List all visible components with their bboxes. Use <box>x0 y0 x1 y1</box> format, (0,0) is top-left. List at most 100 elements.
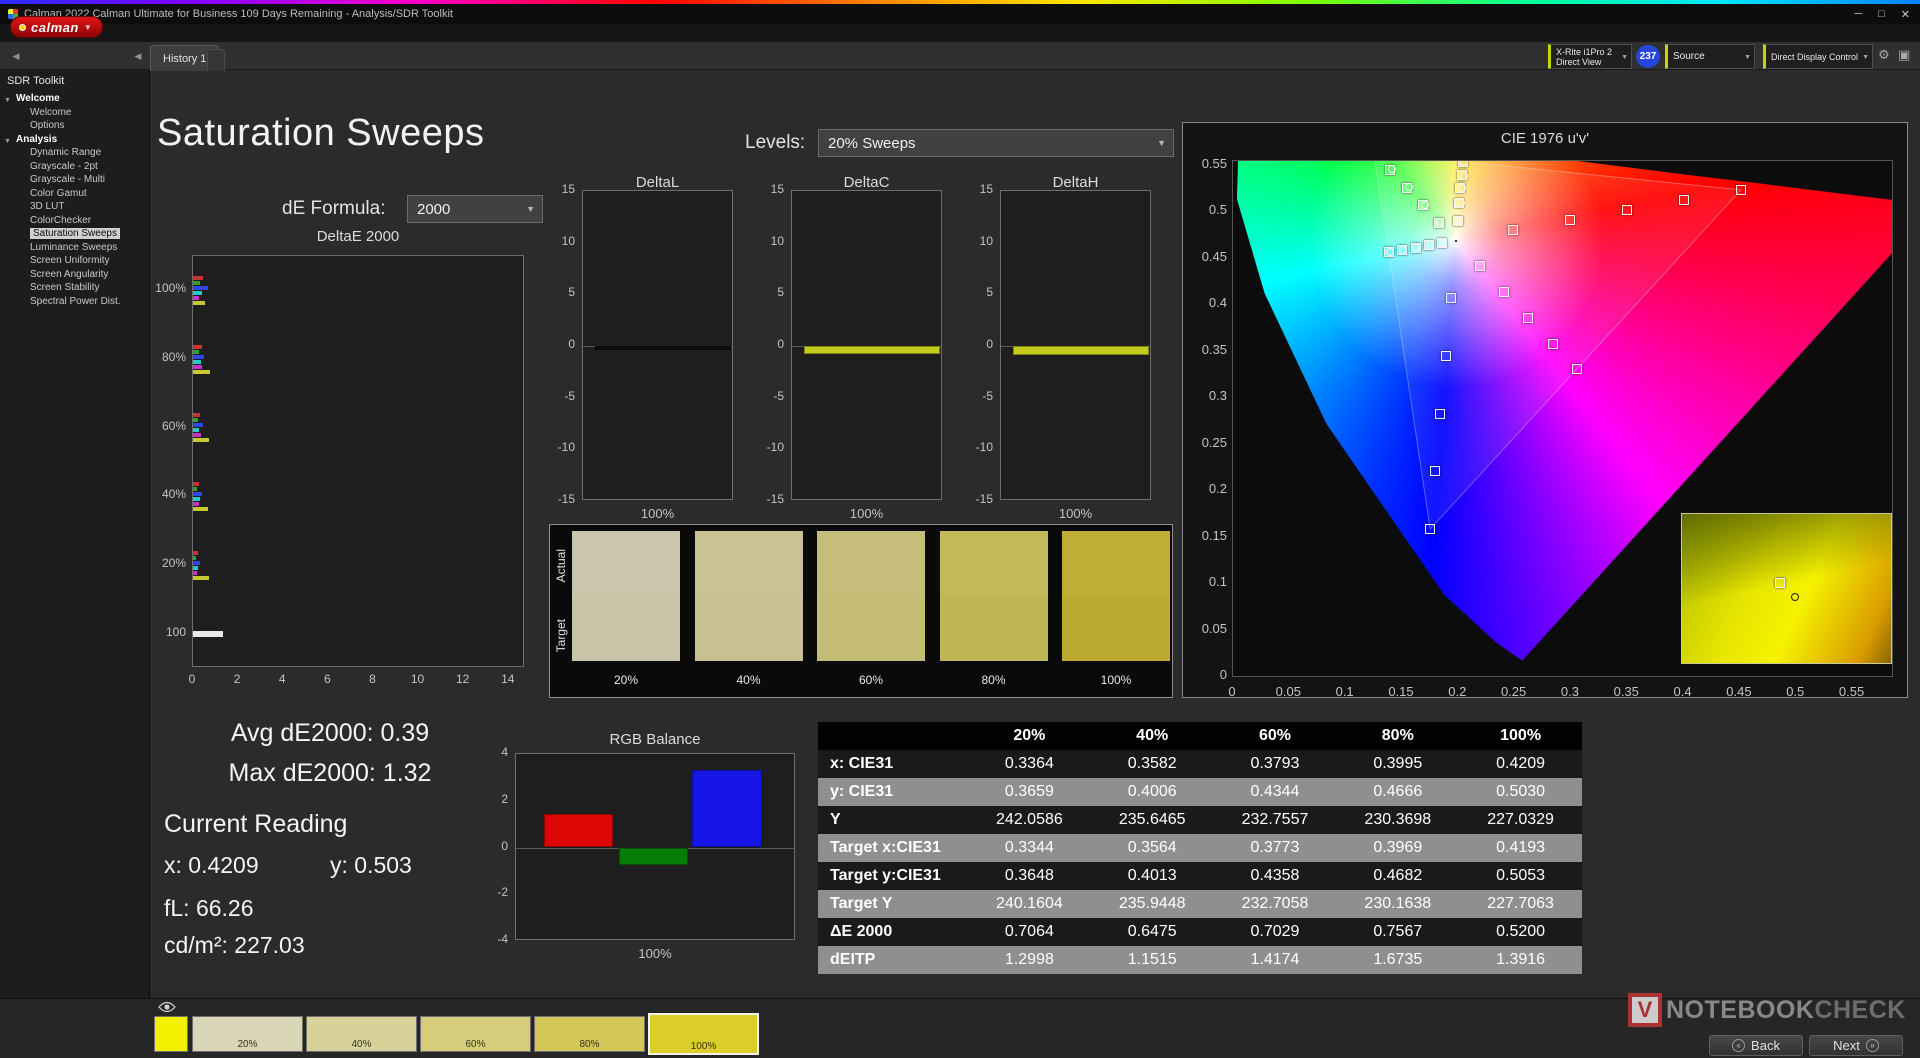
next-button-label: Next <box>1833 1038 1860 1053</box>
cie-ytick-label: 0.35 <box>1183 342 1227 357</box>
deltae-bar-cyan <box>193 497 200 501</box>
source-dropdown[interactable]: Source ▼ <box>1665 44 1755 69</box>
cie-xtick-label: 0.3 <box>1550 684 1590 699</box>
chart-deltaL-ytick-label: 15 <box>540 182 575 196</box>
table-row-x-cie31: x: CIE310.33640.35820.37930.39950.4209 <box>818 750 1582 778</box>
sidebar-item-3d-lut[interactable]: 3D LUT <box>0 200 149 214</box>
display-control-dropdown[interactable]: Direct Display Control ▼ <box>1763 44 1873 69</box>
sidebar-item-colorchecker[interactable]: ColorChecker <box>0 214 149 228</box>
calman-menu-caret-icon: ▼ <box>84 23 92 32</box>
cie-inset-measured-marker <box>1791 593 1799 601</box>
deltae-chart-plot <box>192 255 524 667</box>
workspace-icon[interactable]: ▣ <box>1898 47 1910 63</box>
table-value-cell: 242.0586 <box>968 806 1091 834</box>
chart-deltaH-ytick-label: 5 <box>958 285 993 299</box>
swatch-80 <box>940 531 1048 661</box>
deltae-bar-blue <box>193 286 208 290</box>
table-header-cell: 80% <box>1336 722 1459 750</box>
deltae-bar-red <box>193 551 198 555</box>
preview-swatch-60[interactable]: 60% <box>420 1016 531 1052</box>
sidebar-item-label: Welcome <box>16 93 60 104</box>
close-button[interactable]: ✕ <box>1901 8 1910 21</box>
cie-xtick-label: 0 <box>1212 684 1252 699</box>
cie-target-marker <box>1435 409 1445 419</box>
cie-xtick-label: 0.35 <box>1606 684 1646 699</box>
de-formula-dropdown[interactable]: 2000 ▼ <box>407 195 543 223</box>
sidebar-item-screen-stability[interactable]: Screen Stability <box>0 281 149 295</box>
sidebar-item-welcome[interactable]: ▼Welcome <box>0 92 149 106</box>
chart-deltaH-title: DeltaH <box>1000 174 1151 191</box>
sidebar-item-color-gamut[interactable]: Color Gamut <box>0 187 149 201</box>
back-button[interactable]: « Back <box>1709 1035 1803 1056</box>
chart-deltaH-ytick-label: -5 <box>958 389 993 403</box>
current-y-readout: y: 0.503 <box>330 852 412 879</box>
sidebar-item-saturation-sweeps[interactable]: Saturation Sweeps <box>0 227 149 241</box>
visibility-eye-icon[interactable] <box>158 1001 176 1013</box>
sidebar-item-welcome[interactable]: Welcome <box>0 106 149 120</box>
sidebar-item-grayscale-2pt[interactable]: Grayscale - 2pt <box>0 160 149 174</box>
sidebar-item-screen-angularity[interactable]: Screen Angularity <box>0 268 149 282</box>
sidebar-item-grayscale-multi[interactable]: Grayscale - Multi <box>0 173 149 187</box>
sidebar-collapse-icon[interactable]: ◀ <box>130 48 146 64</box>
cie-xtick-label: 0.05 <box>1268 684 1308 699</box>
cie-measured-marker <box>1455 216 1463 224</box>
chart-rgb-xlabel: 100% <box>515 946 795 961</box>
cie-target-marker <box>1441 351 1451 361</box>
cie-measured-marker <box>1399 246 1407 254</box>
sidebar-item-dynamic-range[interactable]: Dynamic Range <box>0 146 149 160</box>
settings-gear-icon[interactable]: ⚙ <box>1878 47 1890 63</box>
table-value-cell: 240.1604 <box>968 890 1091 918</box>
chart-deltaC-plot <box>791 190 942 500</box>
sidebar-item-luminance-sweeps[interactable]: Luminance Sweeps <box>0 241 149 255</box>
preview-swatch-label: 80% <box>535 1039 644 1050</box>
chart-deltaL-ytick-label: -5 <box>540 389 575 403</box>
sidebar-item-analysis[interactable]: ▼Analysis <box>0 133 149 147</box>
preview-swatch-80[interactable]: 80% <box>534 1016 645 1052</box>
deltae-xtick-label: 2 <box>222 672 252 686</box>
table-value-cell: 0.3582 <box>1091 750 1214 778</box>
collapse-left-icon[interactable]: ◀ <box>8 48 24 64</box>
cie-target-marker <box>1508 225 1518 235</box>
maximize-button[interactable]: □ <box>1878 8 1885 20</box>
cie-target-marker <box>1430 466 1440 476</box>
swatch-target-half <box>572 596 680 661</box>
swatch-actual-half <box>1062 531 1170 596</box>
current-x-readout: x: 0.4209 <box>164 852 259 879</box>
sidebar-item-screen-uniformity[interactable]: Screen Uniformity <box>0 254 149 268</box>
chart-deltah: DeltaH151050-5-10-15100% <box>958 174 1158 526</box>
preview-swatch-current[interactable] <box>154 1016 188 1052</box>
sidebar-item-spectral-power-dist[interactable]: Spectral Power Dist. <box>0 295 149 309</box>
next-button[interactable]: Next » <box>1809 1035 1903 1056</box>
cie-measured-marker <box>1421 201 1429 209</box>
cie-ytick-label: 0.3 <box>1183 388 1227 403</box>
chart-deltaL-ytick-label: -10 <box>540 440 575 454</box>
calman-logo-dot-icon <box>19 24 26 31</box>
window-controls: ─ □ ✕ <box>1854 4 1910 24</box>
sidebar-item-label: Spectral Power Dist. <box>30 296 121 307</box>
tab-stub[interactable] <box>207 49 225 71</box>
table-value-cell: 0.4193 <box>1459 834 1582 862</box>
meter-dropdown[interactable]: X-Rite i1Pro 2 Direct View ▼ <box>1548 44 1632 69</box>
deltae-bar-blue <box>193 423 203 427</box>
sidebar-item-options[interactable]: Options <box>0 119 149 133</box>
swatch-label: 80% <box>940 673 1048 687</box>
sidebar-item-label: Analysis <box>16 134 57 145</box>
table-value-cell: 0.7064 <box>968 918 1091 946</box>
notebookcheck-watermark: V NOTEBOOKCHECK <box>1628 993 1906 1027</box>
preview-swatch-40[interactable]: 40% <box>306 1016 417 1052</box>
cie-xtick-label: 0.4 <box>1663 684 1703 699</box>
table-value-cell: 0.3969 <box>1336 834 1459 862</box>
preview-swatch-20[interactable]: 20% <box>192 1016 303 1052</box>
table-value-cell: 0.5200 <box>1459 918 1582 946</box>
calman-menu-button[interactable]: calman ▼ <box>10 16 103 38</box>
chart-deltaH-ytick-label: -15 <box>958 492 993 506</box>
chevron-down-icon: ▼ <box>1744 54 1751 61</box>
chart-deltaL-title: DeltaL <box>582 174 733 191</box>
table-header-cell: 20% <box>968 722 1091 750</box>
cie-xtick-label: 0.2 <box>1437 684 1477 699</box>
table-value-cell: 0.4682 <box>1336 862 1459 890</box>
minimize-button[interactable]: ─ <box>1854 8 1862 20</box>
preview-swatch-100[interactable]: 100% <box>648 1013 759 1055</box>
levels-dropdown[interactable]: 20% Sweeps ▼ <box>818 129 1174 157</box>
swatch-target-half <box>940 596 1048 661</box>
